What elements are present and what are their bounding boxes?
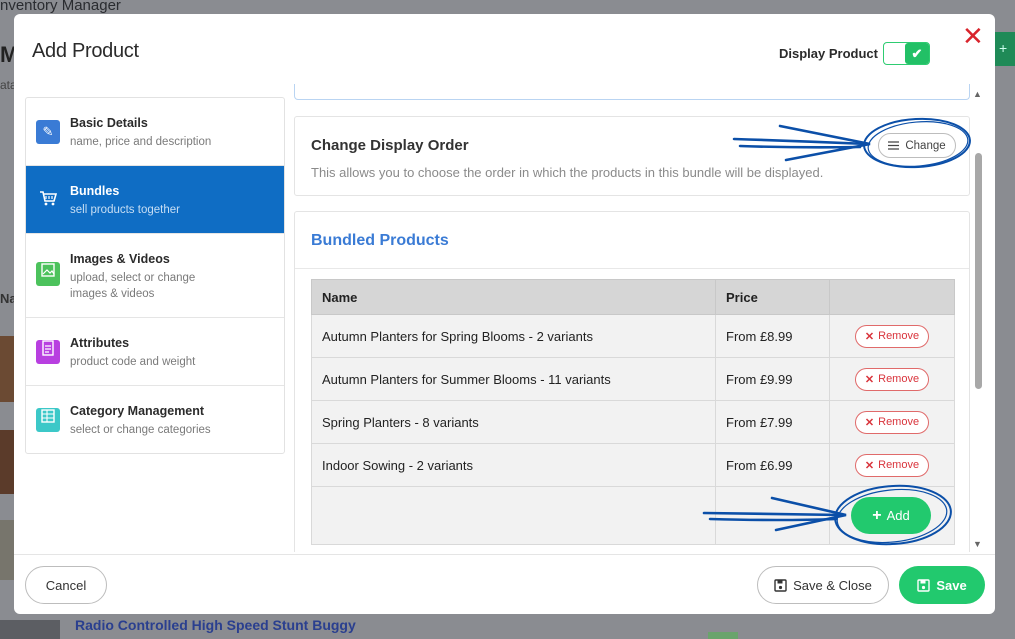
table-row: Autumn Planters for Spring Blooms - 2 va… [311,314,955,358]
bundles-panel: Change Display Order This allows you to … [294,84,970,552]
scroll-down-icon[interactable]: ▼ [973,539,982,549]
display-order-description: This allows you to choose the order in w… [311,165,824,180]
remove-button[interactable]: ✕ Remove [855,410,929,434]
table-row-add: + Add [311,486,955,545]
nav-item-description: select or change categories [70,424,211,436]
nav-item-attributes[interactable]: Attributes product code and weight [26,318,284,386]
nav-item-label: Bundles [70,184,120,198]
bundled-products-table: Name Price Autumn Planters for Spring Bl… [311,279,955,545]
cancel-button[interactable]: Cancel [25,566,107,604]
background-add-button: + [995,32,1015,66]
nav-item-description: upload, select or change images & videos [70,272,196,300]
add-label: Add [886,508,910,523]
column-header-name: Name [311,279,716,315]
display-product-toggle[interactable]: ✔ [883,42,930,65]
plus-icon: + [872,506,882,524]
empty-cell [715,486,830,545]
background-badge [708,632,738,639]
divider [295,268,969,269]
remove-label: Remove [878,373,920,385]
product-name-cell: Indoor Sowing - 2 variants [311,443,716,487]
actions-cell: ✕ Remove [829,314,955,358]
product-name-cell: Autumn Planters for Spring Blooms - 2 va… [311,314,716,358]
product-name-cell: Autumn Planters for Summer Blooms - 11 v… [311,357,716,401]
remove-label: Remove [878,330,920,342]
display-product-label: Display Product [779,46,878,61]
save-label: Save [936,577,967,593]
pencil-icon: ✎ [36,120,60,144]
content-scrollbar[interactable]: ▲ ▼ [971,87,985,552]
add-product-modal: Add Product Display Product ✔ ✕ ✎ Basic … [14,14,995,614]
modal-footer: Cancel Save & Close Save [14,554,995,614]
product-price-cell: From £6.99 [715,443,830,487]
close-icon: ✕ [864,373,875,386]
change-order-button[interactable]: Change [878,133,956,158]
remove-button[interactable]: ✕ Remove [855,367,929,391]
nav-item-bundles[interactable]: Bundles sell products together [26,166,284,234]
background-thumbnail [0,620,60,639]
previous-card-edge [294,84,970,100]
background-thumbnail [0,336,14,402]
actions-cell: ✕ Remove [829,443,955,487]
background-thumbnail [0,430,14,494]
nav-item-description: name, price and description [70,136,212,148]
nav-item-description: product code and weight [70,356,196,368]
save-button[interactable]: Save [899,566,985,604]
table-row: Indoor Sowing - 2 variants From £6.99 ✕ R… [311,443,955,487]
table-header-row: Name Price [311,279,955,315]
nav-item-label: Category Management [70,404,205,418]
close-icon[interactable]: ✕ [962,23,984,49]
change-order-label: Change [905,139,946,152]
nav-item-basic-details[interactable]: ✎ Basic Details name, price and descript… [26,98,284,166]
close-icon: ✕ [864,459,875,472]
bundled-products-card: Bundled Products Name Price Autumn Plant… [294,211,970,552]
column-header-actions [829,279,955,315]
remove-label: Remove [878,416,920,428]
close-icon: ✕ [864,330,875,343]
bundled-products-title: Bundled Products [311,232,449,249]
scroll-up-icon[interactable]: ▲ [973,89,982,99]
product-price-cell: From £7.99 [715,400,830,444]
table-row: Spring Planters - 8 variants From £7.99 … [311,400,955,444]
product-price-cell: From £8.99 [715,314,830,358]
nav-item-label: Images & Videos [70,252,170,266]
empty-cell [311,486,716,545]
remove-button[interactable]: ✕ Remove [855,453,929,477]
background-thumbnail [0,520,14,580]
close-icon: ✕ [864,416,875,429]
product-price-cell: From £9.99 [715,357,830,401]
display-order-title: Change Display Order [311,137,469,154]
cart-icon [36,188,60,212]
floppy-disk-icon [774,578,787,592]
scrollbar-thumb[interactable] [975,153,982,389]
nav-item-label: Basic Details [70,116,148,130]
actions-cell: ✕ Remove [829,357,955,401]
product-sections-nav: ✎ Basic Details name, price and descript… [25,97,285,454]
remove-label: Remove [878,459,920,471]
nav-item-images-videos[interactable]: Images & Videos upload, select or change… [26,234,284,318]
column-header-price: Price [715,279,830,315]
menu-icon [888,141,900,150]
floppy-disk-icon [917,578,931,592]
save-close-label: Save & Close [793,577,872,593]
product-name-cell: Spring Planters - 8 variants [311,400,716,444]
modal-header: Add Product Display Product ✔ ✕ [14,14,995,84]
background-product-link: Radio Controlled High Speed Stunt Buggy [75,617,356,633]
image-icon [36,262,60,286]
table-row: Autumn Planters for Summer Blooms - 11 v… [311,357,955,401]
save-close-button[interactable]: Save & Close [757,566,889,604]
file-icon [36,340,60,364]
remove-button[interactable]: ✕ Remove [855,324,929,348]
add-product-button[interactable]: + Add [851,497,931,534]
nav-item-label: Attributes [70,336,130,350]
background-app-title: nventory Manager [0,0,121,14]
nav-item-category-management[interactable]: Category Management select or change cat… [26,386,284,454]
modal-title: Add Product [32,40,139,62]
table-icon [36,408,60,432]
nav-item-description: sell products together [70,204,180,216]
display-order-card: Change Display Order This allows you to … [294,116,970,196]
actions-cell: ✕ Remove [829,400,955,444]
check-icon: ✔ [905,43,929,64]
actions-cell: + Add [829,486,955,545]
